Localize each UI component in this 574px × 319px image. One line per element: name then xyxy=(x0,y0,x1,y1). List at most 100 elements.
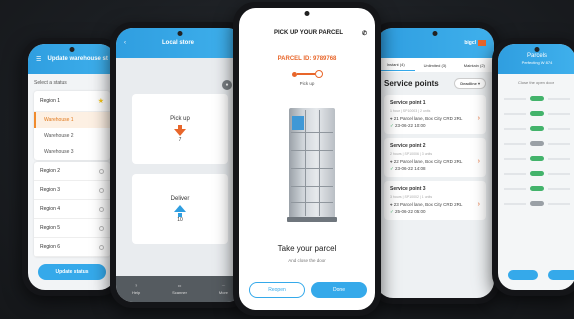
tab-unlimited[interactable]: Unlimited (3) xyxy=(415,60,454,71)
radio-icon xyxy=(99,206,104,212)
pickup-label: Pick up xyxy=(170,115,190,122)
radio-icon xyxy=(99,187,104,193)
region-group: Region 1 ★ Warehouse 1 Warehouse 2 Wareh… xyxy=(34,91,110,160)
note-text: Close the open door xyxy=(518,80,555,85)
info-icon[interactable]: ● xyxy=(222,80,232,90)
update-status-button[interactable]: Update status xyxy=(38,264,106,280)
list-item[interactable] xyxy=(498,121,574,136)
camera-icon xyxy=(177,31,183,36)
region-list: Region 2 Region 3 Region 4 Region 5 Regi… xyxy=(34,162,110,257)
pickup-card[interactable]: Pick up 7 xyxy=(132,94,228,164)
screen: PICK UP YOUR PARCEL ✆ PARCEL ID: 9789768… xyxy=(239,8,375,310)
arrow-up-icon xyxy=(174,204,186,212)
status-pill xyxy=(530,156,544,161)
deliver-label: Deliver xyxy=(170,195,190,202)
status-pill xyxy=(530,171,544,176)
page-subtitle: Perfecting W 874 xyxy=(521,60,553,65)
status-pill xyxy=(530,111,544,116)
step-label: Pick up xyxy=(299,81,315,86)
tab-bar: Instant (4) Unlimited (3) Maintain (2) xyxy=(376,58,494,72)
nav-scanner[interactable]: ▭ Scanner xyxy=(172,283,187,295)
phone-icon[interactable]: ✆ xyxy=(362,30,367,37)
more-icon: ⋯ xyxy=(221,283,226,288)
pickup-count: 7 xyxy=(178,136,182,143)
status-pill xyxy=(530,126,544,131)
radio-icon xyxy=(99,225,104,231)
list-item[interactable] xyxy=(498,91,574,106)
phone-parcels: Parcels Perfecting W 874 Close the open … xyxy=(492,38,574,296)
deliver-count: 10 xyxy=(177,216,183,223)
status-pill xyxy=(530,141,544,146)
bottom-nav: ? Help ▭ Scanner ⋯ More xyxy=(116,276,244,302)
step-line xyxy=(296,73,315,75)
list-item[interactable] xyxy=(498,166,574,181)
status-pill xyxy=(530,96,544,101)
chevron-right-icon: › xyxy=(477,201,480,208)
section-title: Service points xyxy=(384,79,439,88)
logo-icon xyxy=(478,40,486,46)
back-icon[interactable]: ‹ xyxy=(124,40,126,46)
list-item[interactable] xyxy=(498,151,574,166)
page-title: PICK UP YOUR PARCEL xyxy=(273,30,343,36)
list-item[interactable] xyxy=(498,136,574,151)
open-door xyxy=(292,116,304,130)
service-point-card[interactable]: Service point 2 2 hours | SP10006 | 3 un… xyxy=(384,138,486,177)
action-button[interactable] xyxy=(508,270,538,280)
parcel-id: PARCEL ID: 9789768 xyxy=(277,56,337,62)
warehouse-item[interactable]: Warehouse 2 xyxy=(34,128,110,144)
arrow-down-icon-head xyxy=(174,128,186,136)
list-item[interactable] xyxy=(498,181,574,196)
nav-help[interactable]: ? Help xyxy=(132,283,140,295)
warehouse-item[interactable]: Warehouse 3 xyxy=(34,144,110,160)
screen: Parcels Perfecting W 874 Close the open … xyxy=(498,44,574,290)
step-ring xyxy=(314,70,323,78)
status-pill xyxy=(530,186,544,191)
region-item[interactable]: Region 5 xyxy=(34,219,110,238)
service-point-card[interactable]: Service point 1 1 hour | SP10003 | 2 uni… xyxy=(384,95,486,134)
phone-update-warehouse: ☰ Update warehouse st Select a status Re… xyxy=(22,38,122,296)
help-icon: ? xyxy=(134,283,138,288)
list-item[interactable] xyxy=(498,196,574,211)
tab-instant[interactable]: Instant (4) xyxy=(376,59,416,71)
sort-dropdown[interactable]: Deadline ▾ xyxy=(454,78,486,89)
service-point-card[interactable]: Service point 3 3 hours | SP10002 | 1 un… xyxy=(384,181,486,220)
phone-service-points: bigcl Instant (4) Unlimited (3) Maintain… xyxy=(370,22,500,304)
action-button[interactable] xyxy=(548,270,574,280)
page-title: Local store xyxy=(161,40,194,46)
page-title: Parcels xyxy=(526,53,547,59)
radio-icon xyxy=(99,244,104,250)
tab-maintain[interactable]: Maintain (2) xyxy=(455,60,494,71)
brand-logo: bigcl xyxy=(464,40,486,46)
step-indicator xyxy=(239,70,375,78)
nav-more[interactable]: ⋯ More xyxy=(219,283,228,295)
menu-icon[interactable]: ☰ xyxy=(36,56,41,63)
region-item[interactable]: Region 3 xyxy=(34,181,110,200)
camera-icon xyxy=(69,47,75,52)
camera-icon xyxy=(304,11,310,16)
done-button[interactable]: Done xyxy=(311,282,367,298)
screen: ‹ Local store ● Pick up 7 Deliver 10 ? He… xyxy=(116,28,244,302)
region-item[interactable]: Region 4 xyxy=(34,200,110,219)
status-pill xyxy=(530,201,544,206)
subtitle: Select a status xyxy=(34,80,67,86)
deliver-card[interactable]: Deliver 10 xyxy=(132,174,228,244)
phone-local-store: ‹ Local store ● Pick up 7 Deliver 10 ? He… xyxy=(110,22,250,308)
region-item[interactable]: Region 6 xyxy=(34,238,110,257)
star-icon: ★ xyxy=(97,98,104,105)
region-item[interactable]: Region 1 ★ xyxy=(34,91,110,112)
locker-illustration xyxy=(287,108,337,222)
reopen-button[interactable]: Reopen xyxy=(249,282,305,298)
list-item[interactable] xyxy=(498,106,574,121)
chevron-right-icon: › xyxy=(477,158,480,165)
instruction-title: Take your parcel xyxy=(277,244,337,253)
instruction-subtitle: And close the door xyxy=(288,258,326,263)
screen: ☰ Update warehouse st Select a status Re… xyxy=(28,44,116,290)
warehouse-item[interactable]: Warehouse 1 xyxy=(34,112,110,128)
screen: bigcl Instant (4) Unlimited (3) Maintain… xyxy=(376,28,494,298)
scanner-icon: ▭ xyxy=(177,283,182,288)
section-header: Service points Deadline ▾ xyxy=(376,72,494,91)
phone-pickup-parcel: PICK UP YOUR PARCEL ✆ PARCEL ID: 9789768… xyxy=(233,2,381,316)
region-item[interactable]: Region 2 xyxy=(34,162,110,181)
camera-icon xyxy=(432,31,438,36)
radio-icon xyxy=(99,168,104,174)
